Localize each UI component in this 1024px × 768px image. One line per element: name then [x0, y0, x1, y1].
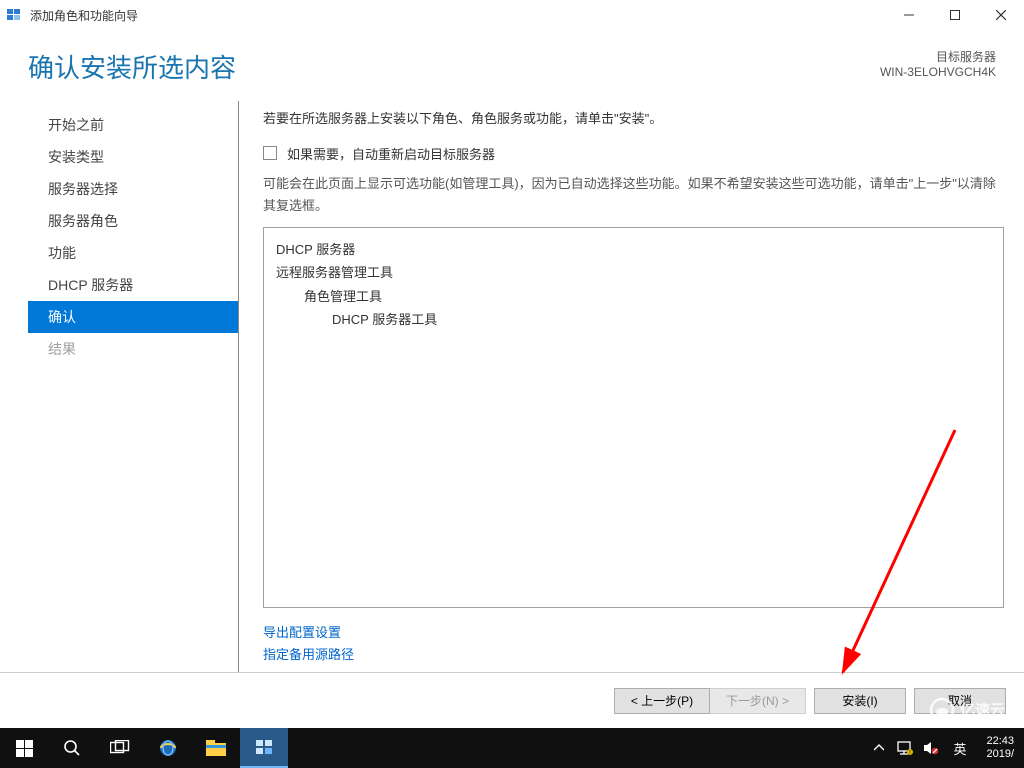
nav-step[interactable]: 服务器角色 — [28, 205, 238, 237]
config-links: 导出配置设置 指定备用源路径 — [263, 622, 1004, 666]
content-pane: 若要在所选服务器上安装以下角色、角色服务或功能，请单击"安装"。 如果需要，自动… — [238, 101, 1014, 672]
taskbar-clock[interactable]: 22:43 2019/ — [976, 728, 1024, 768]
instruction-text: 若要在所选服务器上安装以下角色、角色服务或功能，请单击"安装"。 — [263, 109, 1004, 130]
nav-step[interactable]: 确认 — [28, 301, 238, 333]
nav-step[interactable]: 功能 — [28, 237, 238, 269]
svg-text:亿速云: 亿速云 — [960, 701, 1005, 719]
export-config-link[interactable]: 导出配置设置 — [263, 622, 1004, 644]
selection-item: 角色管理工具 — [276, 285, 991, 308]
ime-indicator[interactable]: 英 — [947, 739, 972, 758]
tray-volume-icon[interactable] — [921, 740, 941, 756]
selections-list[interactable]: DHCP 服务器远程服务器管理工具角色管理工具DHCP 服务器工具 — [263, 227, 1004, 608]
selection-item: 远程服务器管理工具 — [276, 261, 991, 284]
target-server-info: 目标服务器 WIN-3ELOHVGCH4K — [880, 48, 996, 79]
auto-restart-row[interactable]: 如果需要，自动重新启动目标服务器 — [263, 144, 1004, 163]
nav-step[interactable]: 服务器选择 — [28, 173, 238, 205]
header: 确认安装所选内容 目标服务器 WIN-3ELOHVGCH4K — [0, 30, 1024, 91]
minimize-button[interactable] — [886, 0, 932, 30]
next-button: 下一步(N) > — [710, 688, 806, 714]
optional-features-note: 可能会在此页面上显示可选功能(如管理工具)，因为已自动选择这些功能。如果不希望安… — [263, 173, 1004, 217]
clock-time: 22:43 — [986, 735, 1014, 748]
clock-date: 2019/ — [986, 748, 1014, 761]
taskbar-ie-icon[interactable] — [144, 728, 192, 768]
taskbar-explorer-icon[interactable] — [192, 728, 240, 768]
auto-restart-checkbox[interactable] — [263, 146, 277, 160]
tray-network-icon[interactable]: ! — [895, 740, 915, 756]
nav-step: 结果 — [28, 333, 238, 365]
alt-source-link[interactable]: 指定备用源路径 — [263, 644, 1004, 666]
wizard-nav: 开始之前安装类型服务器选择服务器角色功能DHCP 服务器确认结果 — [28, 101, 238, 672]
wizard-window: 添加角色和功能向导 确认安装所选内容 目标服务器 WIN-3ELOHVGCH4K… — [0, 0, 1024, 728]
nav-step[interactable]: DHCP 服务器 — [28, 269, 238, 301]
body: 开始之前安装类型服务器选择服务器角色功能DHCP 服务器确认结果 若要在所选服务… — [0, 91, 1024, 672]
taskbar-server-manager-icon[interactable] — [240, 728, 288, 768]
taskbar-spacer — [288, 728, 865, 768]
target-server-name: WIN-3ELOHVGCH4K — [880, 65, 996, 79]
search-button[interactable] — [48, 728, 96, 768]
target-server-label: 目标服务器 — [880, 48, 996, 65]
titlebar: 添加角色和功能向导 — [0, 0, 1024, 30]
system-tray: ! 英 — [865, 728, 976, 768]
taskbar: ! 英 22:43 2019/ — [0, 728, 1024, 768]
auto-restart-label: 如果需要，自动重新启动目标服务器 — [287, 144, 495, 163]
app-icon — [6, 7, 22, 23]
install-button[interactable]: 安装(I) — [814, 688, 906, 714]
close-button[interactable] — [978, 0, 1024, 30]
selection-item: DHCP 服务器 — [276, 238, 991, 261]
watermark: 亿速云 — [928, 696, 1018, 724]
window-controls — [886, 0, 1024, 30]
tray-chevron-up-icon[interactable] — [869, 744, 889, 752]
page-title: 确认安装所选内容 — [28, 48, 236, 85]
nav-step[interactable]: 开始之前 — [28, 109, 238, 141]
window-title: 添加角色和功能向导 — [30, 7, 886, 24]
start-button[interactable] — [0, 728, 48, 768]
previous-button[interactable]: < 上一步(P) — [614, 688, 710, 714]
task-view-button[interactable] — [96, 728, 144, 768]
nav-step[interactable]: 安装类型 — [28, 141, 238, 173]
maximize-button[interactable] — [932, 0, 978, 30]
selection-item: DHCP 服务器工具 — [276, 308, 991, 331]
footer: < 上一步(P) 下一步(N) > 安装(I) 取消 — [0, 672, 1024, 728]
svg-text:!: ! — [910, 750, 911, 756]
nav-button-group: < 上一步(P) 下一步(N) > — [614, 688, 806, 714]
